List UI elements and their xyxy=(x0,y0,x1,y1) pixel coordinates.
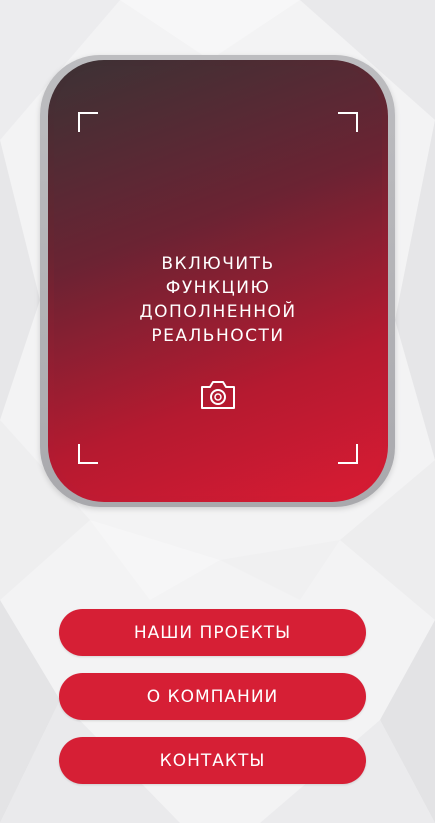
enable-ar-button[interactable]: ВКЛЮЧИТЬ ФУНКЦИЮ ДОПОЛНЕННОЙ РЕАЛЬНОСТИ xyxy=(48,60,388,502)
about-company-button[interactable]: О КОМПАНИИ xyxy=(59,673,366,720)
our-projects-button[interactable]: НАШИ ПРОЕКТЫ xyxy=(59,609,366,656)
scan-corner-bottom-right xyxy=(338,444,358,464)
scan-corner-top-right xyxy=(338,112,358,132)
scan-corner-bottom-left xyxy=(78,444,98,464)
camera-icon xyxy=(201,381,235,409)
ar-label-line: РЕАЛЬНОСТИ xyxy=(151,326,285,346)
ar-label-line: ФУНКЦИЮ xyxy=(165,278,271,298)
ar-label: ВКЛЮЧИТЬ ФУНКЦИЮ ДОПОЛНЕННОЙ РЕАЛЬНОСТИ xyxy=(48,252,388,348)
ar-label-line: ДОПОЛНЕННОЙ xyxy=(139,302,297,322)
contacts-button[interactable]: КОНТАКТЫ xyxy=(59,737,366,784)
ar-label-line: ВКЛЮЧИТЬ xyxy=(161,254,275,274)
scan-corner-top-left xyxy=(78,112,98,132)
